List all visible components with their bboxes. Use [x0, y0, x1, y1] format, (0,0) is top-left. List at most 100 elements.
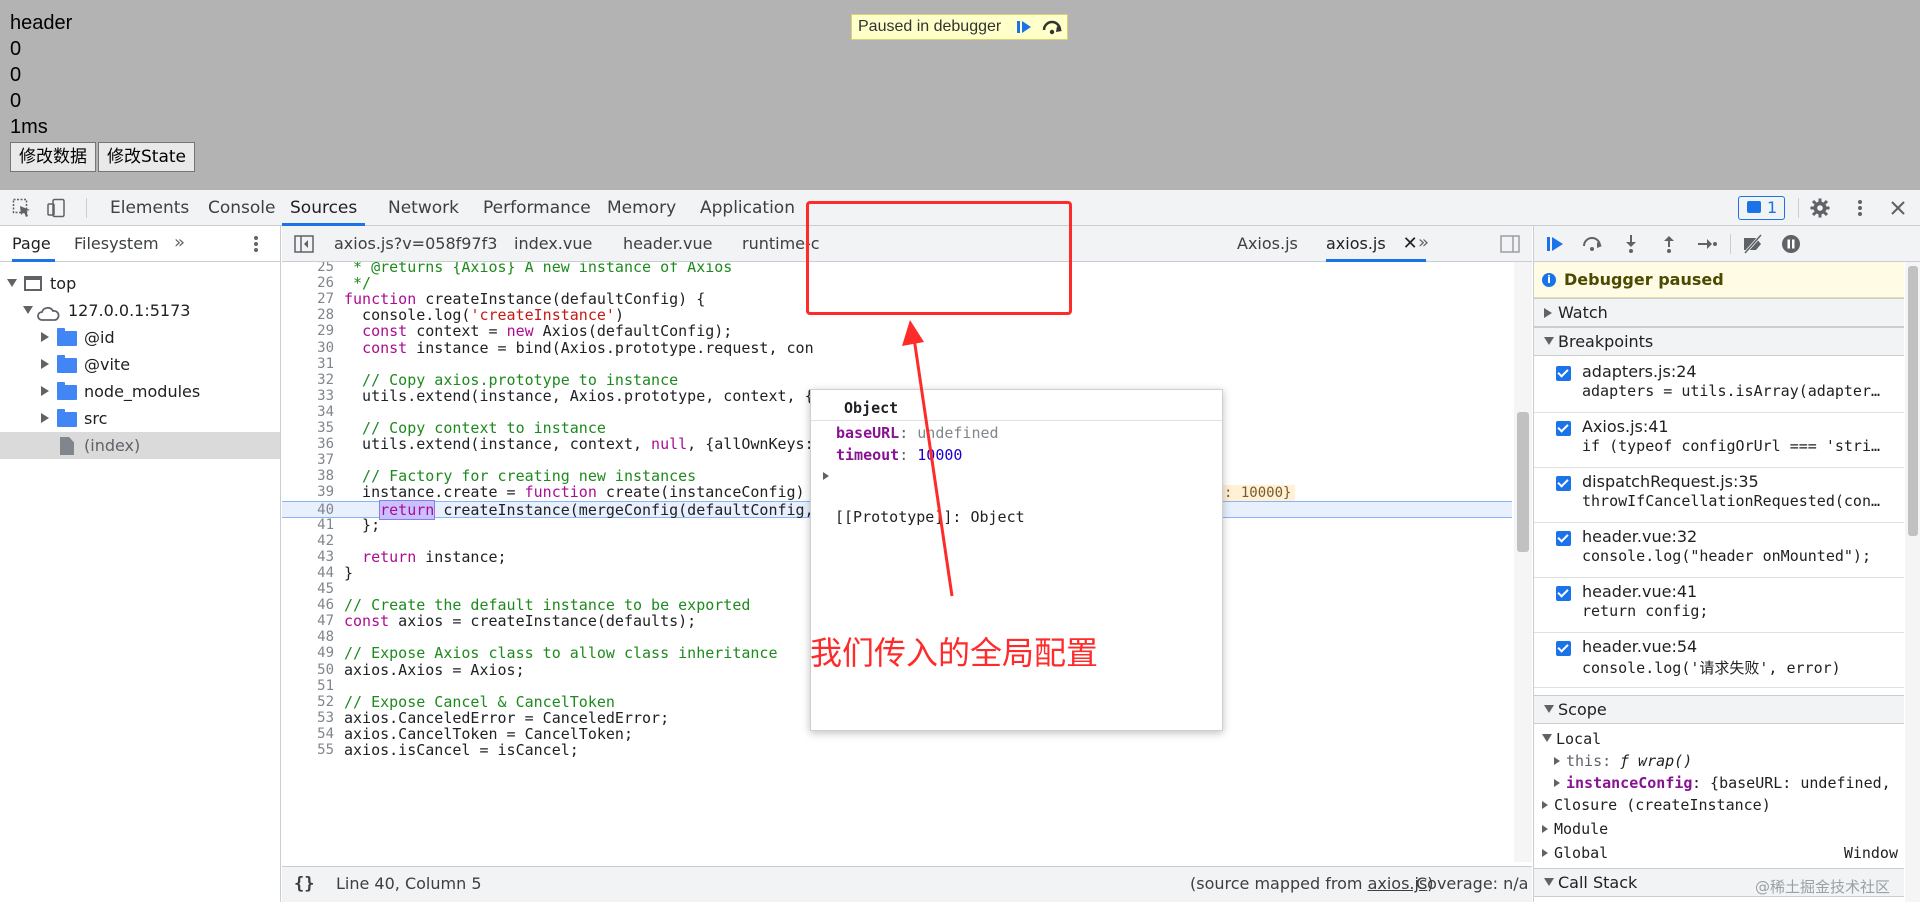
watch-section-header[interactable]: Watch	[1534, 298, 1904, 327]
step-icon[interactable]	[1696, 234, 1718, 254]
breakpoint-item[interactable]: Axios.js:41 if (typeof configOrUrl === 's…	[1534, 413, 1904, 468]
line-number[interactable]: 45	[282, 581, 334, 598]
line-number[interactable]: 28	[282, 307, 334, 324]
breakpoint-checkbox[interactable]	[1556, 641, 1571, 656]
scope-local[interactable]: Local	[1534, 728, 1904, 750]
more-tabs-icon[interactable]: »	[174, 232, 185, 253]
line-number[interactable]: 35	[282, 420, 334, 437]
breakpoint-checkbox[interactable]	[1556, 421, 1571, 436]
line-number[interactable]: 43	[282, 549, 334, 566]
line-number[interactable]: 37	[282, 452, 334, 469]
line-number[interactable]: 31	[282, 356, 334, 373]
code-line[interactable]: 25 * @returns {Axios} A new instance of …	[282, 262, 1512, 276]
scope-module[interactable]: Module	[1534, 818, 1904, 840]
step-over-icon[interactable]	[1039, 17, 1065, 37]
tree-item-folder[interactable]: @vite	[0, 351, 280, 378]
toggle-debugger-icon[interactable]	[1500, 235, 1520, 257]
debugger-scrollbar[interactable]	[1905, 262, 1920, 902]
deactivate-breakpoints-icon[interactable]	[1742, 234, 1764, 254]
line-number[interactable]: 44	[282, 565, 334, 582]
close-icon[interactable]	[1888, 198, 1908, 218]
line-number[interactable]: 26	[282, 275, 334, 292]
line-number[interactable]: 46	[282, 597, 334, 614]
scope-global[interactable]: Global Window	[1534, 842, 1904, 864]
tree-item-folder[interactable]: node_modules	[0, 378, 280, 405]
tab-network[interactable]: Network	[388, 190, 459, 226]
toggle-navigator-icon[interactable]	[294, 235, 314, 257]
breakpoint-checkbox[interactable]	[1556, 366, 1571, 381]
tab-console[interactable]: Console	[208, 190, 276, 226]
breakpoint-item[interactable]: header.vue:41 return config;	[1534, 578, 1904, 633]
tree-item-index[interactable]: (index)	[0, 432, 280, 459]
popover-prototype[interactable]: [[Prototype]]: Object	[823, 467, 1025, 547]
scope-this[interactable]: this: ƒ wrap()	[1534, 750, 1904, 772]
breakpoint-item[interactable]: adapters.js:24 adapters = utils.isArray(a…	[1534, 358, 1904, 413]
line-number[interactable]: 39	[282, 484, 334, 501]
scope-closure[interactable]: Closure (createInstance)	[1534, 794, 1904, 816]
line-number[interactable]: 53	[282, 710, 334, 727]
line-number[interactable]: 48	[282, 629, 334, 646]
line-number[interactable]: 50	[282, 662, 334, 679]
editor-scrollbar[interactable]	[1514, 262, 1532, 862]
line-number[interactable]: 47	[282, 613, 334, 630]
pretty-print-icon[interactable]: {}	[294, 867, 314, 901]
close-tab-icon[interactable]: ✕	[1403, 226, 1418, 262]
line-number[interactable]: 54	[282, 726, 334, 743]
scope-section-header[interactable]: Scope	[1534, 695, 1904, 724]
editor-tab-axios-js-v[interactable]: axios.js?v=058f97f3	[334, 226, 497, 262]
line-number[interactable]: 55	[282, 742, 334, 759]
resume-icon[interactable]	[1544, 234, 1566, 254]
editor-tab-index-vue[interactable]: index.vue	[514, 226, 592, 262]
step-over-icon[interactable]	[1581, 234, 1603, 254]
tab-application[interactable]: Application	[700, 190, 795, 226]
line-number[interactable]: 30	[282, 340, 334, 357]
issues-badge[interactable]: 1	[1738, 196, 1785, 220]
line-number[interactable]: 29	[282, 323, 334, 340]
tab-memory[interactable]: Memory	[607, 190, 676, 226]
line-number[interactable]: 49	[282, 645, 334, 662]
breakpoint-checkbox[interactable]	[1556, 476, 1571, 491]
line-number[interactable]: 25	[282, 262, 334, 276]
scrollbar-thumb[interactable]	[1908, 266, 1918, 536]
line-number[interactable]: 27	[282, 291, 334, 308]
line-number[interactable]: 51	[282, 678, 334, 695]
step-out-icon[interactable]	[1658, 234, 1680, 254]
tree-item-origin[interactable]: 127.0.0.1:5173	[0, 297, 280, 324]
scope-instance-config[interactable]: instanceConfig : {baseURL: undefined,	[1534, 772, 1904, 794]
tab-page[interactable]: Page	[12, 226, 55, 262]
tree-item-top[interactable]: top	[0, 270, 280, 297]
tree-item-folder[interactable]: src	[0, 405, 280, 432]
resume-icon[interactable]	[1011, 17, 1037, 37]
modify-data-button[interactable]: 修改数据	[10, 142, 96, 172]
breakpoint-checkbox[interactable]	[1556, 586, 1571, 601]
line-number[interactable]: 38	[282, 468, 334, 485]
inspect-element-icon[interactable]	[12, 198, 32, 218]
editor-tab-Axios-js[interactable]: Axios.js	[1237, 226, 1298, 262]
scrollbar-thumb[interactable]	[1517, 412, 1529, 552]
editor-tab-runtime[interactable]: runtime-c	[742, 226, 820, 262]
tab-elements[interactable]: Elements	[110, 190, 189, 226]
breakpoint-item[interactable]: header.vue:32 console.log("header onMount…	[1534, 523, 1904, 578]
breakpoint-item[interactable]: dispatchRequest.js:35 throwIfCancellation…	[1534, 468, 1904, 523]
tab-performance[interactable]: Performance	[483, 190, 591, 226]
breakpoint-checkbox[interactable]	[1556, 531, 1571, 546]
line-number[interactable]: 36	[282, 436, 334, 453]
line-number[interactable]: 33	[282, 388, 334, 405]
device-toolbar-icon[interactable]	[46, 198, 66, 218]
tab-sources[interactable]: Sources	[282, 190, 366, 226]
modify-state-button[interactable]: 修改State	[98, 142, 195, 172]
code-line[interactable]: 55 axios.isCancel = isCancel;	[282, 742, 1512, 759]
step-into-icon[interactable]	[1620, 234, 1642, 254]
navigator-menu-icon[interactable]	[252, 235, 260, 259]
breakpoint-item[interactable]: header.vue:54 console.log('请求失败', error)	[1534, 633, 1904, 688]
editor-tab-axios-js-active[interactable]: axios.js ✕	[1326, 226, 1426, 262]
more-options-icon[interactable]	[1850, 198, 1870, 218]
pause-on-exceptions-icon[interactable]	[1780, 234, 1802, 254]
tab-filesystem[interactable]: Filesystem	[74, 226, 159, 262]
breakpoints-section-header[interactable]: Breakpoints	[1534, 327, 1904, 356]
line-number[interactable]: 42	[282, 533, 334, 550]
tree-item-folder[interactable]: @id	[0, 324, 280, 351]
line-number[interactable]: 32	[282, 372, 334, 389]
editor-tab-header-vue[interactable]: header.vue	[623, 226, 712, 262]
more-tabs-icon[interactable]: »	[1418, 232, 1429, 253]
